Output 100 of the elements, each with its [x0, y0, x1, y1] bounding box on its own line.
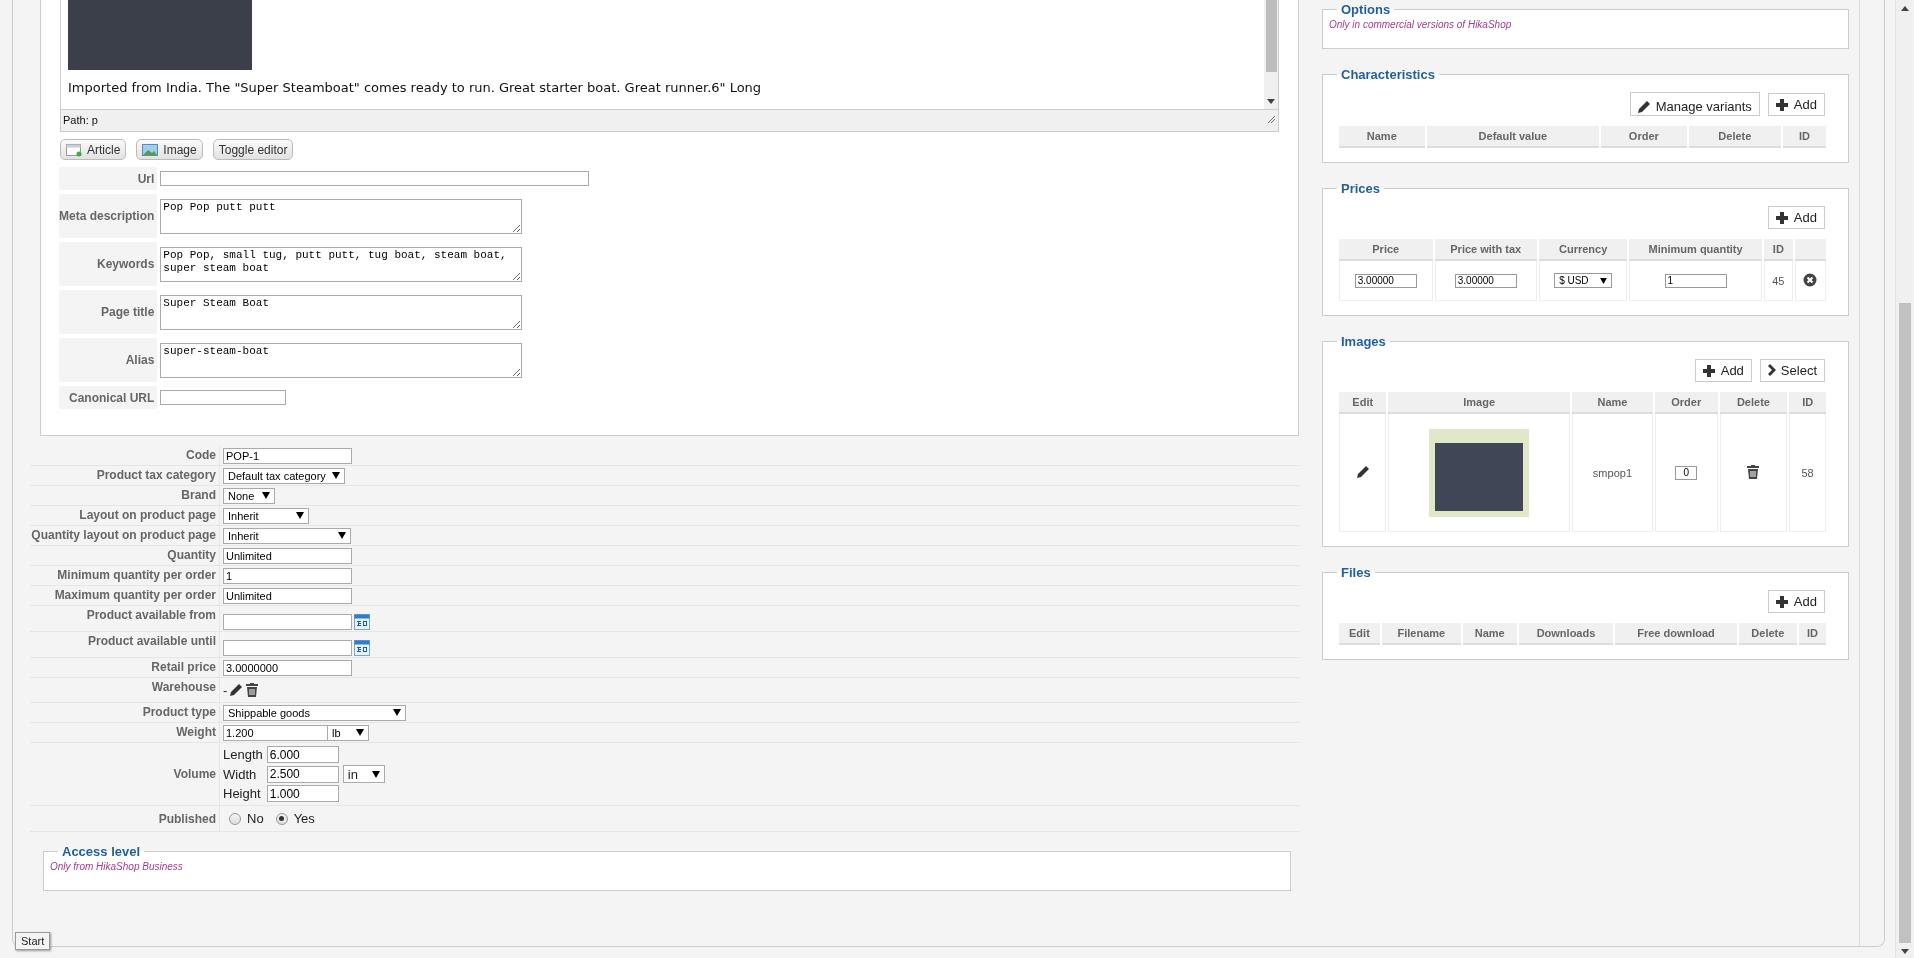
input-field[interactable]: 3.0000000 — [223, 659, 352, 676]
input-field[interactable]: 1.200 — [223, 724, 328, 741]
input-field[interactable] — [160, 171, 590, 186]
scroll-down-icon[interactable] — [1900, 949, 1909, 954]
column-header: Default value — [1426, 126, 1599, 148]
start-button[interactable]: Start — [15, 932, 51, 950]
element-path: Path: p — [63, 114, 98, 127]
field-label: Product tax category — [96, 468, 216, 482]
input-field[interactable]: POP-1 — [223, 447, 352, 464]
caret-icon — [338, 532, 346, 539]
field-label: Quantity — [167, 548, 216, 562]
column-header: Edit — [1339, 623, 1380, 645]
caret-icon — [371, 770, 380, 778]
dropdown[interactable]: lb — [327, 724, 369, 741]
dropdown[interactable]: Inherit — [223, 527, 351, 544]
description-text: Imported from India. The "Super Steamboat" comes ready to run. Great starter boat. Great runner.6" Long — [68, 80, 763, 95]
date-field[interactable] — [223, 613, 352, 630]
scroll-down-icon[interactable] — [1267, 99, 1275, 104]
text-area[interactable]: super-steam-boat — [160, 342, 523, 378]
dropdown[interactable]: in — [342, 765, 385, 783]
caret-icon — [262, 492, 270, 499]
column-header: Image — [1388, 392, 1570, 414]
column-header: Minimum quantity — [1629, 239, 1762, 261]
field-label: Volume — [173, 767, 216, 781]
edit-icon[interactable] — [1355, 464, 1370, 479]
radio-button[interactable] — [229, 812, 241, 825]
column-header: Price with tax — [1434, 239, 1537, 261]
date-field[interactable] — [223, 639, 352, 656]
plus-icon — [1701, 363, 1716, 378]
panel-title: Characteristics — [1340, 67, 1436, 82]
column-header: Name — [1462, 623, 1517, 645]
button[interactable]: Add — [1767, 93, 1825, 116]
column-header: Delete — [1738, 623, 1797, 645]
dropdown[interactable]: Inherit — [223, 507, 309, 524]
field-label: Layout on product page — [79, 508, 216, 522]
document-icon — [66, 142, 82, 157]
panel-title: Images — [1340, 334, 1387, 349]
image-name: smpop1 — [1592, 466, 1632, 479]
dropdown[interactable]: Shippable goods — [223, 704, 406, 721]
column-header: Delete — [1688, 126, 1782, 148]
radio-option[interactable]: Yes — [275, 811, 315, 826]
dropdown[interactable]: Default tax category — [223, 467, 345, 484]
trash-icon[interactable] — [245, 683, 260, 697]
remove-icon[interactable] — [1803, 272, 1818, 287]
dropdown[interactable]: None — [223, 487, 275, 504]
button[interactable]: Image — [136, 139, 203, 160]
notice-text: Only from HikaShop Business — [50, 861, 184, 872]
column-header: Name — [1571, 392, 1653, 414]
notice-text: Only in commercial versions of HikaShop — [1329, 19, 1513, 30]
trash-icon[interactable] — [1746, 464, 1761, 479]
editor-area[interactable]: Imported from India. The "Super Steamboat" comes ready to run. Great starter boat. Great runner.6" Long — [61, 0, 1264, 109]
button[interactable]: Select — [1759, 359, 1825, 382]
order-field[interactable]: 0 — [1675, 465, 1698, 480]
pencil-icon[interactable] — [229, 683, 244, 697]
scroll-up-icon[interactable] — [1900, 6, 1909, 11]
scrollbar[interactable] — [1264, 0, 1278, 109]
input-field[interactable]: 6.000 — [266, 746, 339, 763]
button[interactable]: Add — [1694, 359, 1752, 382]
plus-icon — [1774, 594, 1789, 609]
plus-icon — [1774, 210, 1789, 225]
calendar-icon[interactable] — [354, 612, 370, 630]
button[interactable]: Add — [1767, 590, 1825, 613]
radio-button[interactable] — [275, 812, 288, 825]
input-field[interactable] — [160, 390, 287, 405]
resize-handle-icon[interactable] — [1266, 114, 1276, 124]
warehouse-value: - — [223, 682, 228, 698]
button[interactable]: Toggle editor — [212, 139, 294, 160]
scrollbar[interactable] — [1895, 0, 1913, 958]
field-label: Product type — [142, 705, 216, 719]
input-field[interactable]: 1 — [223, 567, 352, 584]
column-header: ID — [1799, 623, 1826, 645]
dimension-label: Length — [223, 747, 263, 762]
field-label: Retail price — [151, 660, 216, 674]
column-header: Edit — [1339, 392, 1387, 414]
caret-icon — [356, 729, 364, 736]
input-field[interactable]: Unlimited — [223, 547, 352, 564]
text-area[interactable]: Pop Pop putt putt — [160, 198, 523, 234]
picture-icon — [142, 142, 159, 157]
input-field[interactable]: 2.500 — [266, 765, 339, 783]
panel-title: Access level — [61, 844, 142, 859]
field-label: Published — [158, 811, 216, 826]
input-field[interactable]: Unlimited — [223, 587, 352, 604]
price-field[interactable]: 3.00000 — [1454, 273, 1517, 288]
column-header: ID — [1789, 392, 1826, 414]
quantity-field[interactable]: 1 — [1664, 273, 1727, 288]
button[interactable]: Add — [1767, 206, 1825, 229]
column-header: Order — [1601, 126, 1687, 148]
button[interactable]: Manage variants — [1629, 92, 1760, 116]
text-area[interactable]: Super Steam Boat — [160, 294, 523, 330]
radio-option[interactable]: No — [229, 811, 264, 826]
button[interactable]: Article — [60, 139, 127, 160]
calendar-icon[interactable] — [354, 638, 370, 656]
input-field[interactable]: 1.000 — [266, 785, 339, 802]
field-label: Code — [186, 448, 216, 462]
dropdown[interactable]: $ USD — [1554, 273, 1613, 288]
text-area[interactable]: Pop Pop, small tug, putt putt, tug boat, steam boat, super steam boat — [160, 246, 523, 282]
plus-icon — [1774, 97, 1789, 112]
field-label: Weight — [176, 725, 216, 739]
caret-icon — [296, 512, 304, 519]
price-field[interactable]: 3.00000 — [1354, 273, 1417, 288]
